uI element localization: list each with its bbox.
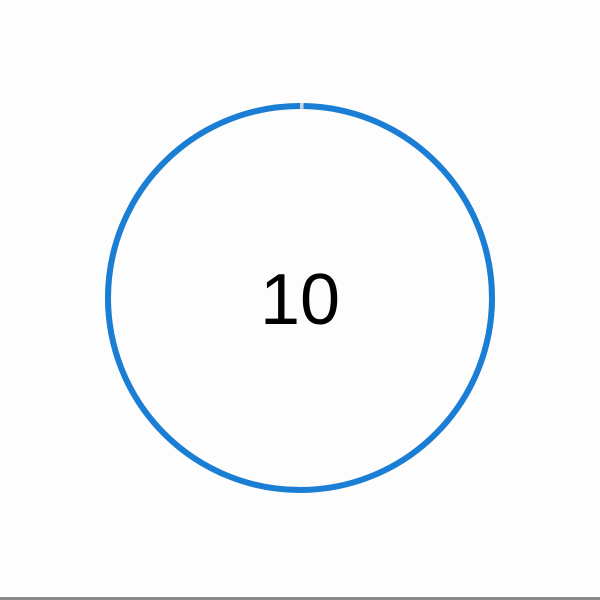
countdown-timer: 10 [0,0,600,600]
timer-screen: 10 [0,0,600,600]
countdown-value: 10 [259,260,341,340]
